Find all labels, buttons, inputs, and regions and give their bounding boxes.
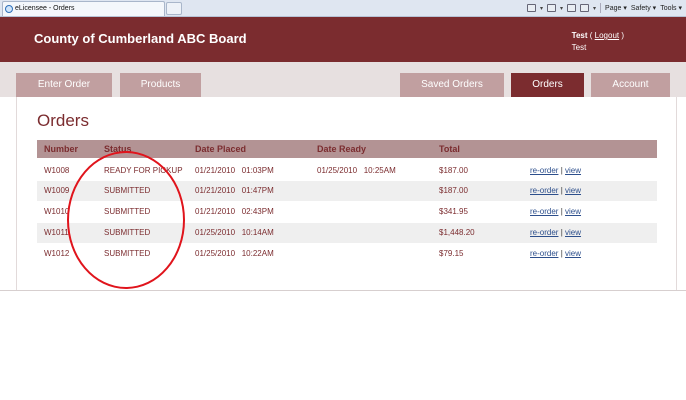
view-link[interactable]: view: [565, 207, 581, 216]
order-date-placed: 01/21/2010 01:03PM: [195, 166, 274, 175]
content-panel: Orders Number Status Date Placed Date Re…: [16, 97, 677, 290]
safety-menu[interactable]: Safety ▾: [631, 4, 656, 12]
col-date-ready: Date Ready: [317, 144, 367, 154]
order-status: SUBMITTED: [104, 228, 151, 237]
col-date-placed: Date Placed: [195, 144, 247, 154]
link-separator: |: [560, 207, 563, 216]
order-total: $79.15: [439, 249, 464, 258]
browser-tab-title: eLicensee - Orders: [15, 5, 75, 12]
link-separator: |: [560, 166, 563, 175]
col-status: Status: [104, 144, 132, 154]
table-row: W1012 SUBMITTED 01/25/2010 10:22AM $79.1…: [37, 244, 657, 264]
order-date-placed: 01/25/2010 10:22AM: [195, 249, 274, 258]
user-info: Test ( Logout ) Test: [571, 31, 624, 52]
view-link[interactable]: view: [565, 228, 581, 237]
tab-saved-orders[interactable]: Saved Orders: [400, 73, 504, 97]
chevron-down-icon[interactable]: ▾: [560, 5, 563, 12]
browser-tab[interactable]: eLicensee - Orders: [2, 1, 165, 16]
new-tab-button[interactable]: [166, 2, 182, 15]
order-status: SUBMITTED: [104, 249, 151, 258]
mail-icon[interactable]: [567, 4, 577, 12]
order-number: W1011: [44, 228, 69, 237]
chevron-down-icon[interactable]: ▾: [593, 5, 596, 12]
order-date-placed: 01/25/2010 10:14AM: [195, 228, 274, 237]
site-header: County of Cumberland ABC Board Test ( Lo…: [0, 17, 686, 62]
page-menu[interactable]: Page ▾: [605, 4, 627, 12]
order-number: W1010: [44, 207, 70, 216]
feeds-icon[interactable]: [547, 4, 556, 12]
order-number: W1012: [44, 249, 70, 258]
table-row: W1010 SUBMITTED 01/21/2010 02:43PM $341.…: [37, 202, 657, 222]
content-bottom-edge: [0, 290, 686, 291]
order-date-placed: 01/21/2010 02:43PM: [195, 207, 274, 216]
order-date-ready: 01/25/2010 10:25AM: [317, 166, 396, 175]
view-link[interactable]: view: [565, 249, 581, 258]
user-name: Test: [571, 31, 588, 40]
tab-orders[interactable]: Orders: [511, 73, 584, 97]
orders-table-header: Number Status Date Placed Date Ready Tot…: [37, 140, 657, 158]
reorder-link[interactable]: re-order: [530, 186, 558, 195]
tab-products[interactable]: Products: [120, 73, 201, 97]
home-icon[interactable]: [526, 4, 536, 12]
table-row: W1008 READY FOR PICKUP 01/21/2010 01:03P…: [37, 161, 657, 181]
order-number: W1009: [44, 186, 70, 195]
ie-page-icon: [5, 5, 13, 13]
toolbar-divider: [600, 3, 602, 13]
order-total: $187.00: [439, 166, 468, 175]
order-total: $187.00: [439, 186, 468, 195]
col-number: Number: [44, 144, 79, 154]
reorder-link[interactable]: re-order: [530, 207, 558, 216]
col-total: Total: [439, 144, 460, 154]
print-icon[interactable]: [580, 4, 590, 12]
page-title: Orders: [37, 111, 89, 130]
tools-menu[interactable]: Tools ▾: [660, 4, 682, 12]
reorder-link[interactable]: re-order: [530, 228, 558, 237]
table-row: W1009 SUBMITTED 01/21/2010 01:47PM $187.…: [37, 181, 657, 201]
main-nav: Enter Order Products Saved Orders Orders…: [0, 62, 686, 97]
order-status: SUBMITTED: [104, 207, 151, 216]
view-link[interactable]: view: [565, 186, 581, 195]
order-number: W1008: [44, 166, 70, 175]
reorder-link[interactable]: re-order: [530, 249, 558, 258]
order-total: $341.95: [439, 207, 468, 216]
browser-command-bar: ▾ ▾ ▾ Page ▾ Safety ▾ Tools ▾: [526, 0, 682, 16]
link-separator: |: [560, 186, 563, 195]
logout-link[interactable]: Logout: [595, 31, 619, 40]
reorder-link[interactable]: re-order: [530, 166, 558, 175]
account-name: Test: [571, 43, 587, 52]
tab-account[interactable]: Account: [591, 73, 670, 97]
table-row: W1011 SUBMITTED 01/25/2010 10:14AM $1,44…: [37, 223, 657, 243]
order-total: $1,448.20: [439, 228, 475, 237]
order-date-placed: 01/21/2010 01:47PM: [195, 186, 274, 195]
order-status: READY FOR PICKUP: [104, 166, 183, 175]
chevron-down-icon[interactable]: ▾: [540, 5, 543, 12]
site-title: County of Cumberland ABC Board: [34, 31, 247, 46]
link-separator: |: [560, 249, 563, 258]
tab-enter-order[interactable]: Enter Order: [16, 73, 112, 97]
browser-tab-bar: eLicensee - Orders ▾ ▾ ▾ Page ▾ Safety ▾…: [0, 0, 686, 17]
link-separator: |: [560, 228, 563, 237]
order-status: SUBMITTED: [104, 186, 151, 195]
view-link[interactable]: view: [565, 166, 581, 175]
